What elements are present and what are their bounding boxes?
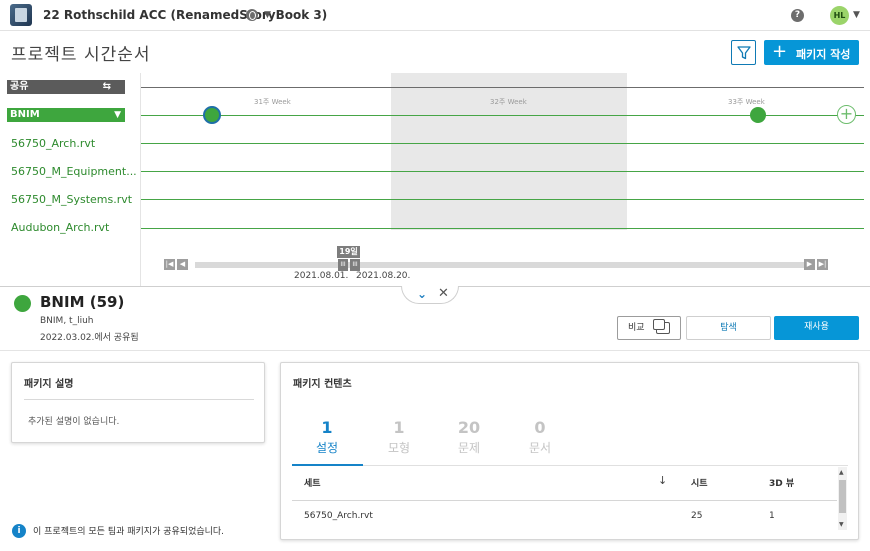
tab-count: 20 [457, 418, 481, 437]
compare-icon [653, 319, 670, 334]
globe-icon [246, 9, 258, 21]
timeline[interactable]: 31주 Week 32주 Week 33주 Week + |◀ ◀ 19일 II… [140, 73, 864, 286]
reuse-button[interactable]: 재사용 [774, 316, 859, 340]
timeline-scrollbar[interactable] [195, 262, 804, 268]
add-package-icon[interactable]: + [837, 105, 856, 124]
page-title: 프로젝트 시간순서 [11, 45, 151, 65]
range-start-date: 2021.08.01. [294, 271, 349, 281]
tab-count: 1 [393, 418, 405, 437]
table-cell-set[interactable]: 56750_Arch.rvt [304, 511, 373, 521]
column-header-set[interactable]: 세트 [304, 476, 321, 489]
sidebar-file-item[interactable]: 56750_M_Systems.rvt [11, 193, 132, 206]
filter-icon [737, 46, 751, 60]
description-empty-text: 추가된 설명이 없습니다. [28, 417, 120, 427]
chevron-down-icon: ▼ [114, 110, 121, 120]
scrollbar-thumb[interactable] [839, 480, 846, 513]
package-name: BNIM (59) [40, 293, 125, 311]
timeline-row [141, 143, 864, 144]
scroll-up-icon[interactable]: ▲ [839, 469, 844, 476]
column-header-3d-views[interactable]: 3D 뷰 [769, 476, 794, 489]
panel-toggle: ⌄ ✕ [401, 286, 459, 304]
range-end-handle[interactable]: III [350, 259, 360, 271]
timeline-row [141, 228, 864, 229]
sidebar-file-item[interactable]: 56750_Arch.rvt [11, 137, 95, 150]
tab-label: 문서 [528, 441, 552, 455]
package-marker-selected[interactable] [203, 106, 221, 124]
tab-documents[interactable]: 0 문서 [505, 418, 575, 456]
scroll-down-icon[interactable]: ▼ [839, 521, 844, 528]
package-owner: BNIM, t_liuh [40, 316, 94, 326]
active-tab-indicator [292, 464, 363, 466]
card-title: 패키지 설명 [24, 379, 74, 390]
header-divider [292, 500, 837, 501]
tab-label: 문제 [457, 441, 481, 455]
tab-issues[interactable]: 20 문제 [434, 418, 504, 456]
timeline-next-button[interactable]: ▶ [804, 259, 815, 270]
shared-label: 공유 [10, 81, 29, 92]
compare-label: 비교 [628, 323, 645, 333]
table-cell-sheets: 25 [691, 511, 703, 521]
info-icon: i [12, 524, 26, 538]
timeline-first-button[interactable]: |◀ [164, 259, 175, 270]
section-divider [0, 350, 870, 351]
package-shared-date: 2022.03.02.에서 공유됨 [40, 333, 139, 343]
filter-button[interactable] [731, 40, 756, 65]
timeline-last-button[interactable]: ▶| [817, 259, 828, 270]
info-message: 이 프로젝트의 모든 팀과 패키지가 공유되었습니다. [33, 527, 225, 537]
help-icon[interactable]: ? [791, 9, 804, 22]
timeline-axis [141, 87, 864, 88]
shared-header: 공유 ⇆ [7, 80, 125, 94]
sidebar-file-item[interactable]: 56750_M_Equipment... [11, 165, 137, 178]
date-tag: 19일 [337, 246, 360, 258]
week-label: 33주 Week [728, 98, 765, 106]
timeline-row [141, 171, 864, 172]
chevron-down-icon[interactable]: ⌄ [417, 287, 427, 301]
sort-icon[interactable]: ↓ [658, 474, 667, 487]
card-title: 패키지 컨텐츠 [293, 379, 352, 390]
column-header-sheets[interactable]: 시트 [691, 476, 708, 489]
explore-button[interactable]: 탐색 [686, 316, 771, 340]
range-start-handle[interactable]: III [338, 259, 348, 271]
tab-label: 설정 [315, 441, 339, 455]
create-package-label: 패키지 작성 [796, 48, 851, 61]
week-label: 32주 Week [490, 98, 527, 106]
create-package-button[interactable]: + 패키지 작성 [764, 40, 859, 65]
table-scrollbar[interactable]: ▲ ▼ [838, 467, 847, 530]
package-description-card: 패키지 설명 추가된 설명이 없습니다. [11, 362, 265, 443]
compare-button[interactable]: 비교 [617, 316, 681, 340]
range-end-date: 2021.08.20. [356, 271, 411, 281]
plus-icon: + [772, 41, 788, 62]
tabs-divider [292, 465, 848, 466]
swap-icon[interactable]: ⇆ [103, 80, 111, 94]
tab-count: 0 [534, 418, 546, 437]
project-title[interactable]: 22 Rothschild ACC (RenamedStoryBook 3) [43, 8, 327, 22]
week-label: 31주 Week [254, 98, 291, 106]
user-avatar[interactable]: HL [830, 6, 849, 25]
package-status-dot [14, 295, 31, 312]
card-divider [24, 399, 254, 400]
package-marker[interactable] [750, 107, 766, 123]
team-dropdown-bnim[interactable]: BNIM ▼ [7, 108, 125, 122]
project-thumbnail-icon[interactable] [10, 4, 32, 26]
timeline-row [141, 199, 864, 200]
table-cell-3d-views: 1 [769, 511, 775, 521]
tab-models[interactable]: 1 모형 [364, 418, 434, 456]
sidebar-file-item[interactable]: Audubon_Arch.rvt [11, 221, 109, 234]
timeline-prev-button[interactable]: ◀ [177, 259, 188, 270]
project-dropdown-icon[interactable]: ▼ [264, 10, 271, 20]
package-contents-card: 패키지 컨텐츠 1 설정 1 모형 20 문제 0 문서 세트 ↓ 시트 3D … [280, 362, 859, 540]
close-icon[interactable]: ✕ [438, 286, 449, 301]
tab-label: 모형 [387, 441, 411, 455]
team-label: BNIM [10, 109, 40, 120]
user-menu-chevron-icon[interactable]: ▼ [853, 10, 860, 20]
top-bar: 22 Rothschild ACC (RenamedStoryBook 3) ▼… [0, 0, 870, 31]
tab-sets[interactable]: 1 설정 [292, 418, 362, 456]
tab-count: 1 [321, 418, 333, 437]
